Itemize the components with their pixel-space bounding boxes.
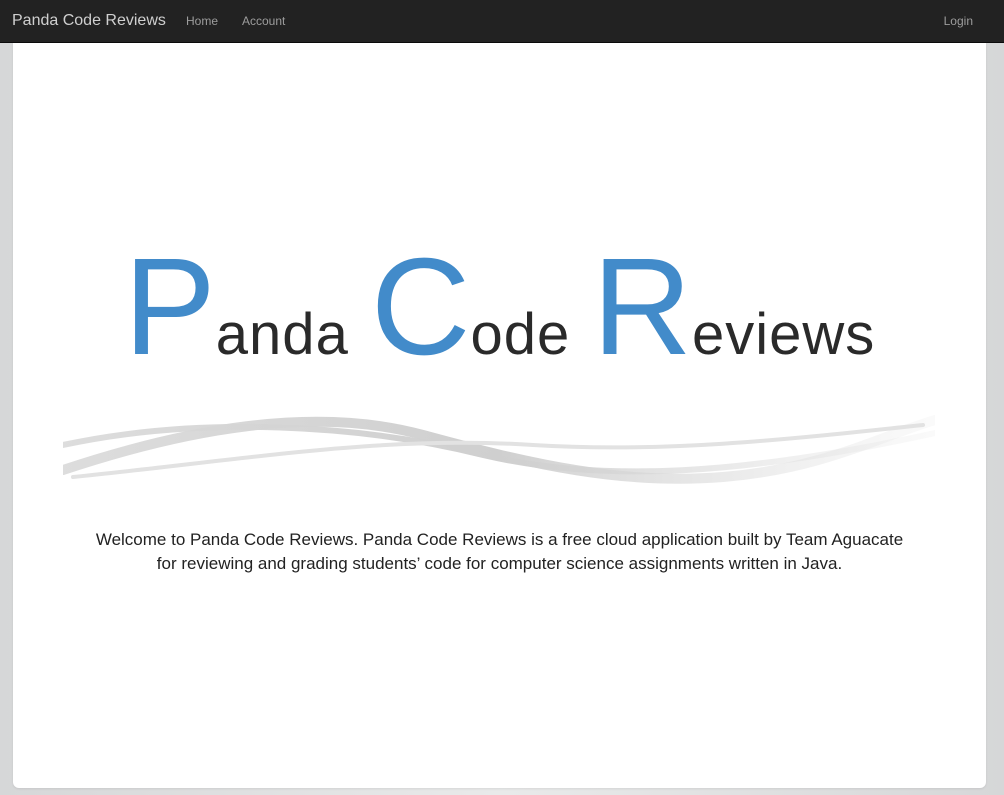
logo-word-reviews: Reviews — [592, 238, 875, 376]
welcome-line-2: for reviewing and grading students’ code… — [156, 554, 843, 573]
logo-rest: anda — [215, 302, 349, 367]
logo-initial: C — [370, 230, 471, 384]
logo-rest: ode — [470, 302, 571, 367]
logo-initial: R — [592, 230, 692, 384]
logo-word-code: Code — [371, 238, 570, 376]
nav-account-link[interactable]: Account — [242, 14, 285, 28]
logo-wordmark: Panda Code Reviews — [13, 238, 986, 376]
logo-initial: P — [123, 230, 216, 384]
top-navbar: Panda Code Reviews Home Account Login — [0, 0, 1004, 43]
nav-login-link[interactable]: Login — [944, 14, 973, 28]
logo-rest: eviews — [691, 302, 876, 367]
main-panel: Panda Code Reviews Welcome to Panda Code R… — [13, 43, 986, 788]
welcome-line-1: Welcome to Panda Code Reviews. Panda Cod… — [95, 530, 904, 549]
decorative-swoosh — [63, 415, 935, 484]
nav-home-link[interactable]: Home — [186, 14, 218, 28]
welcome-text: Welcome to Panda Code Reviews. Panda Cod… — [33, 528, 966, 576]
brand-link[interactable]: Panda Code Reviews — [12, 12, 166, 30]
logo-word-panda: Panda — [124, 238, 349, 376]
